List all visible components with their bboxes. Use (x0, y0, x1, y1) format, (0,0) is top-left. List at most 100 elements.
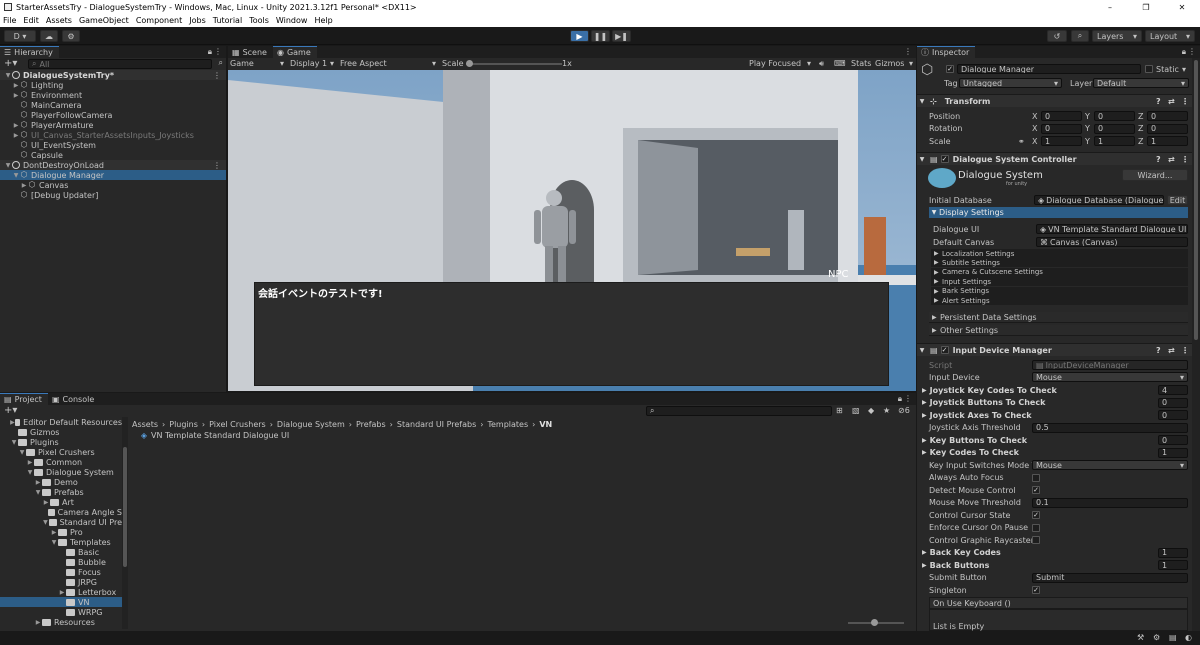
default-canvas-field[interactable]: ⌘ Canvas (Canvas) (1036, 237, 1188, 247)
tag-dropdown[interactable]: Untagged ▾ (959, 78, 1062, 88)
input-device-dropdown[interactable]: Mouse ▾ (1032, 372, 1188, 382)
foldout-arrow-icon[interactable]: ▶ (12, 82, 20, 89)
transform-rotation-x-field[interactable]: 0 (1041, 123, 1082, 134)
cache-icon[interactable]: ▤ (1169, 633, 1177, 642)
project-folder-item[interactable]: ▼ Templates (0, 537, 122, 547)
transform-header[interactable]: ▼ ⊹ Transform ? ⇄ ⋮ (917, 94, 1192, 107)
transform-scale-y-field[interactable]: 1 (1094, 136, 1135, 146)
component-enabled-checkbox[interactable]: ✓ (940, 346, 949, 354)
project-folder-item[interactable]: ▶ Letterbox (0, 587, 122, 597)
dialogue-panel[interactable]: 会話イベントのテストです! (254, 282, 889, 386)
shortcuts-icon[interactable]: ⌨ (834, 59, 846, 68)
game-view[interactable]: NPC 会話イベントのテストです! (228, 70, 916, 391)
kebab-menu-icon[interactable]: ⋮ (1188, 47, 1196, 56)
static-dropdown-icon[interactable]: ▾ (1182, 65, 1186, 74)
dsc-subsection-foldout[interactable]: ▶ Subtitle Settings (931, 258, 1188, 268)
foldout-arrow-icon[interactable]: ▶ (12, 122, 20, 129)
component-menu-icon[interactable]: ⋮ (1181, 97, 1189, 106)
lock-icon[interactable]: 🔒︎ (898, 394, 902, 404)
display-dropdown[interactable]: Display 1 ▾ (290, 59, 334, 68)
back-key-codes-size-field[interactable]: 1 (1158, 547, 1188, 558)
edit-button[interactable]: Edit (1167, 195, 1188, 205)
presets-icon[interactable]: ⇄ (1168, 346, 1175, 355)
foldout-arrow-icon[interactable]: ▶ (922, 437, 927, 444)
foldout-arrow-icon[interactable]: ▶ (26, 459, 34, 466)
hierarchy-item[interactable]: ▶ ⬡ Environment (0, 90, 226, 100)
transform-scale-x-field[interactable]: 1 (1041, 136, 1082, 146)
play-button[interactable]: ▶ (570, 30, 589, 42)
close-button[interactable]: ✕ (1164, 0, 1200, 14)
asset-item[interactable]: ◈ VN Template Standard Dialogue UI (140, 431, 289, 440)
menu-tools[interactable]: Tools (249, 16, 269, 25)
initial-database-field[interactable]: ◈ Dialogue Database (Dialogue Da (1034, 195, 1164, 205)
history-icon[interactable]: ↺ (1047, 30, 1067, 42)
debug-icon[interactable]: ⚙ (1153, 633, 1160, 642)
dsc-subsection-foldout[interactable]: ▶ Input Settings (931, 277, 1188, 287)
foldout-arrow-icon[interactable]: ▼ (10, 439, 18, 446)
foldout-arrow-icon[interactable]: ▶ (922, 549, 927, 556)
project-folder-item[interactable]: ▼ Standard UI Pre (0, 517, 122, 527)
inspector-scrollbar[interactable] (1192, 58, 1200, 631)
project-folder-item[interactable]: ▼ Pixel Crushers (0, 447, 122, 457)
menu-file[interactable]: File (3, 16, 16, 25)
detect-mouse-control-checkbox[interactable]: ✓ (1032, 486, 1040, 494)
foldout-arrow-icon[interactable]: ▶ (922, 387, 927, 394)
foldout-arrow-icon[interactable]: ▶ (58, 589, 66, 596)
help-icon[interactable]: ? (1156, 97, 1161, 106)
foldout-arrow-icon[interactable]: ▶ (34, 619, 42, 626)
help-icon[interactable]: ? (1156, 346, 1161, 355)
project-folder-item[interactable]: ▼ Dialogue System (0, 467, 122, 477)
layout-dropdown[interactable]: Layout ▾ (1145, 30, 1195, 42)
menu-jobs[interactable]: Jobs (189, 16, 206, 25)
icon-size-slider-handle[interactable] (871, 619, 878, 626)
tab-hierarchy[interactable]: ☰ Hierarchy (0, 46, 59, 58)
transform-rotation-z-field[interactable]: 0 (1147, 123, 1188, 134)
back-buttons-size-field[interactable]: 1 (1158, 560, 1188, 570)
foldout-arrow-icon[interactable]: ▶ (12, 132, 20, 139)
add-icon[interactable]: +▾ (4, 58, 17, 69)
menu-help[interactable]: Help (314, 16, 332, 25)
key-buttons-to-check-size-field[interactable]: 0 (1158, 435, 1188, 445)
foldout-arrow-icon[interactable]: ▶ (922, 399, 927, 406)
kebab-menu-icon[interactable]: ⋮ (904, 47, 912, 56)
dsc-subsection-foldout[interactable]: ▶ Localization Settings (931, 249, 1188, 258)
menu-gameobject[interactable]: GameObject (79, 16, 129, 25)
foldout-arrow-icon[interactable]: ▼ (26, 469, 34, 476)
key-input-switches-mode-to-dropdown[interactable]: Mouse ▾ (1032, 460, 1188, 470)
hierarchy-item[interactable]: ⬡ PlayerFollowCamera (0, 110, 226, 120)
project-folder-item[interactable]: VN (0, 597, 122, 607)
collab-icon[interactable]: ⚙ (62, 30, 80, 42)
project-folder-item[interactable]: Basic (0, 547, 122, 557)
breadcrumb-item[interactable]: Plugins (169, 420, 198, 429)
transform-rotation-y-field[interactable]: 0 (1094, 123, 1135, 134)
menu-window[interactable]: Window (276, 16, 308, 25)
maximize-button[interactable]: ❐ (1128, 0, 1164, 14)
tab-scene[interactable]: ▦ Scene (228, 46, 273, 58)
breadcrumb-item[interactable]: Dialogue System (277, 420, 345, 429)
project-folder-item[interactable]: ▼ Plugins (0, 437, 122, 447)
transform-position-y-field[interactable]: 0 (1094, 111, 1135, 121)
kebab-menu-icon[interactable]: ⋮ (904, 394, 912, 403)
tab-project[interactable]: ▤ Project (0, 393, 48, 405)
project-folder-item[interactable]: ▶ Demo (0, 477, 122, 487)
control-cursor-state-checkbox[interactable]: ✓ (1032, 511, 1040, 519)
notifications-icon[interactable]: ◐ (1185, 633, 1192, 642)
lock-icon[interactable]: 🔒︎ (208, 47, 212, 57)
search-icon[interactable]: ⌕ (1071, 30, 1089, 42)
favorite-icon[interactable]: ★ (883, 406, 890, 415)
filter-type-icon[interactable]: ▧ (852, 406, 860, 415)
scale-slider-handle[interactable] (466, 60, 473, 67)
dsc-subsection-foldout[interactable]: ▶ Camera & Cutscene Settings (931, 267, 1188, 277)
hierarchy-item[interactable]: ⬡ MainCamera (0, 100, 226, 110)
kebab-menu-icon[interactable]: ⋮ (214, 47, 222, 56)
hierarchy-item[interactable]: ▼ DontDestroyOnLoad ⋮ (0, 160, 226, 170)
mouse-move-threshold-field[interactable]: 0.1 (1032, 497, 1188, 508)
foldout-arrow-icon[interactable]: ▶ (50, 529, 58, 536)
project-folder-item[interactable]: Focus (0, 567, 122, 577)
foldout-arrow-icon[interactable]: ▶ (42, 499, 50, 506)
transform-scale-z-field[interactable]: 1 (1147, 136, 1188, 146)
breadcrumb-item[interactable]: Standard UI Prefabs (397, 420, 476, 429)
cloud-icon[interactable]: ☁ (40, 30, 58, 42)
menu-assets[interactable]: Assets (46, 16, 72, 25)
aspect-dropdown[interactable]: Free Aspect ▾ (340, 59, 436, 68)
